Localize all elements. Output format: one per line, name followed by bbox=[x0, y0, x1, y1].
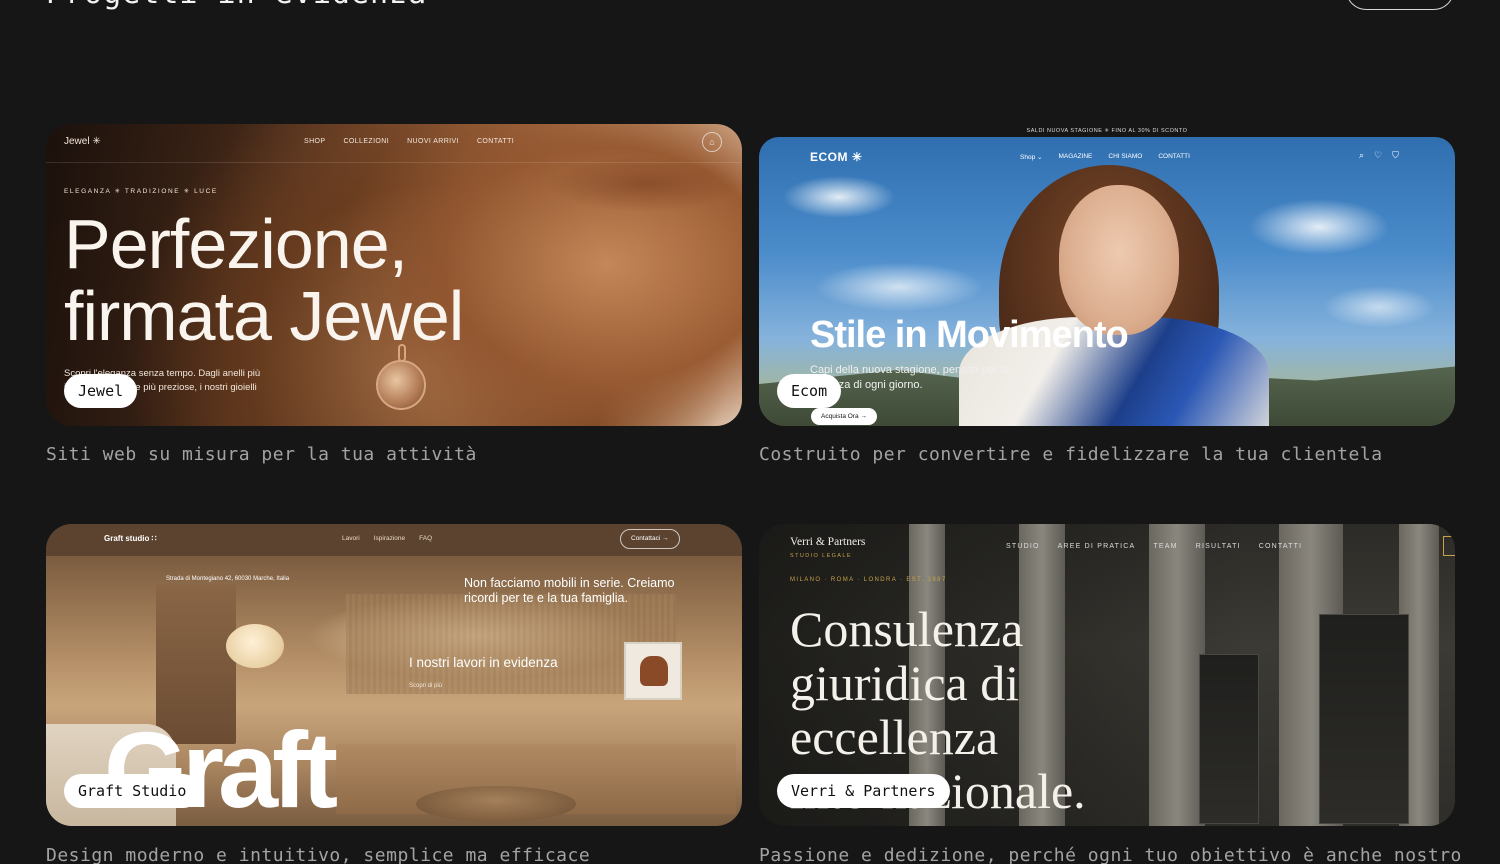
preview-address: Strada di Montegiano 42, 60030 Marche, I… bbox=[166, 576, 290, 582]
preview-headline-line: firmata Jewel bbox=[64, 277, 464, 355]
preview-headline-line: eccellenza bbox=[790, 709, 999, 765]
project-card-ecom[interactable]: SALDI NUOVA STAGIONE ✳ FINO AL 30% DI SC… bbox=[759, 124, 1455, 426]
project-card-jewel[interactable]: Jewel ✳ SHOP COLLEZIONI NUOVI ARRIVI CON… bbox=[46, 124, 742, 426]
preview-tags: ELEGANZA ✳ TRADIZIONE ✳ LUCE bbox=[64, 188, 218, 195]
project-label-pill: Jewel bbox=[64, 374, 138, 408]
project-label-pill: Verri & Partners bbox=[777, 774, 950, 808]
preview-feature-link: Scopri di più bbox=[409, 683, 443, 689]
preview-cta-button: Acquista Ora → bbox=[811, 408, 877, 425]
project-caption: Siti web su misura per la tua attività bbox=[46, 444, 477, 465]
preview-promo-bar: SALDI NUOVA STAGIONE ✳ FINO AL 30% DI SC… bbox=[1026, 128, 1188, 134]
preview-menu: SHOP COLLEZIONI NUOVI ARRIVI CONTATTI bbox=[304, 138, 514, 145]
preview-menu-item: FAQ bbox=[419, 535, 433, 542]
project-caption: Passione e dedizione, perché ogni tuo ob… bbox=[759, 845, 1462, 864]
view-all-button[interactable] bbox=[1346, 0, 1454, 10]
preview-menu-item: CHI SIAMO bbox=[1108, 153, 1143, 160]
preview-menu-item: TEAM bbox=[1153, 543, 1178, 550]
preview-logo: ECOM ✳ bbox=[810, 150, 863, 164]
preview-headline-line: giuridica di bbox=[790, 655, 1020, 711]
preview-menu: STUDIO AREE DI PRATICA TEAM RISULTATI CO… bbox=[1006, 543, 1302, 550]
preview-headline-line: Consulenza bbox=[790, 601, 1024, 657]
preview-logo-subtitle: STUDIO LEGALE bbox=[790, 553, 852, 559]
project-label-pill: Graft Studio bbox=[64, 774, 201, 808]
preview-logo: Verri & Partners bbox=[790, 536, 866, 548]
preview-menu-item: MAGAZINE bbox=[1058, 153, 1093, 160]
pendant-image bbox=[376, 360, 426, 410]
preview-menu-item: CONTATTI bbox=[1158, 153, 1190, 160]
chair-photo-frame bbox=[624, 642, 682, 700]
preview-menu-item: SHOP bbox=[304, 138, 326, 145]
project-card-graft-studio[interactable]: Graft studio ∷ Lavori Ispirazione FAQ Co… bbox=[46, 524, 742, 826]
preview-menu-item: STUDIO bbox=[1006, 543, 1040, 550]
preview-menu-item: Shop ⌄ bbox=[1020, 154, 1043, 161]
preview-contact-button: Contattaci → bbox=[620, 529, 680, 549]
preview-headline-line: Perfezione, bbox=[64, 205, 408, 283]
preview-menu: Shop ⌄ MAGAZINE CHI SIAMO CONTATTI bbox=[1020, 153, 1190, 161]
preview-icons: ⌕ ♡ ⛉ bbox=[1359, 150, 1399, 161]
heart-icon: ♡ bbox=[1374, 150, 1383, 160]
shopping-bag-icon: ⌂ bbox=[702, 132, 722, 152]
project-caption: Design moderno e intuitivo, semplice ma … bbox=[46, 845, 591, 864]
preview-cities: MILANO · ROMA · LONDRA · EST. 1987 bbox=[790, 577, 947, 583]
search-icon: ⌕ bbox=[1359, 150, 1365, 160]
preview-menu-item: AREE DI PRATICA bbox=[1057, 543, 1136, 550]
preview-logo: Graft studio ∷ bbox=[104, 534, 157, 543]
preview-menu-item: NUOVI ARRIVI bbox=[407, 138, 459, 145]
preview-menu-item: Ispirazione bbox=[373, 535, 406, 542]
preview-body: Capi della nuova stagione, pensati per l… bbox=[810, 364, 1009, 391]
preview-menu-item: CONTATTI bbox=[476, 138, 515, 145]
preview-quote: Non facciamo mobili in serie. Creiamo ri… bbox=[464, 576, 675, 605]
preview-menu-item: RISULTATI bbox=[1195, 543, 1241, 550]
preview-big-wordmark: Graft bbox=[104, 709, 338, 827]
section-title: Progetti in evidenza bbox=[46, 0, 427, 11]
preview-menu-item: COLLEZIONI bbox=[343, 138, 390, 145]
project-card-verri-partners[interactable]: Verri & Partners STUDIO LEGALE STUDIO AR… bbox=[759, 524, 1455, 826]
lamp-image bbox=[226, 624, 284, 668]
menu-corner-icon bbox=[1443, 536, 1455, 556]
preview-menu-item: Lavori bbox=[342, 535, 360, 542]
preview-headline: Stile in Movimento bbox=[810, 314, 1129, 356]
preview-menu-item: CONTATTI bbox=[1258, 543, 1303, 550]
preview-headline: Perfezione, firmata Jewel bbox=[64, 205, 464, 355]
project-label-pill: Ecom bbox=[777, 374, 842, 408]
cart-icon: ⛉ bbox=[1392, 150, 1399, 160]
preview-feature-title: I nostri lavori in evidenza bbox=[409, 655, 558, 670]
project-caption: Costruito per convertire e fidelizzare l… bbox=[759, 444, 1383, 465]
preview-logo: Jewel ✳ bbox=[64, 136, 101, 147]
preview-menu: Lavori Ispirazione FAQ bbox=[342, 535, 432, 542]
